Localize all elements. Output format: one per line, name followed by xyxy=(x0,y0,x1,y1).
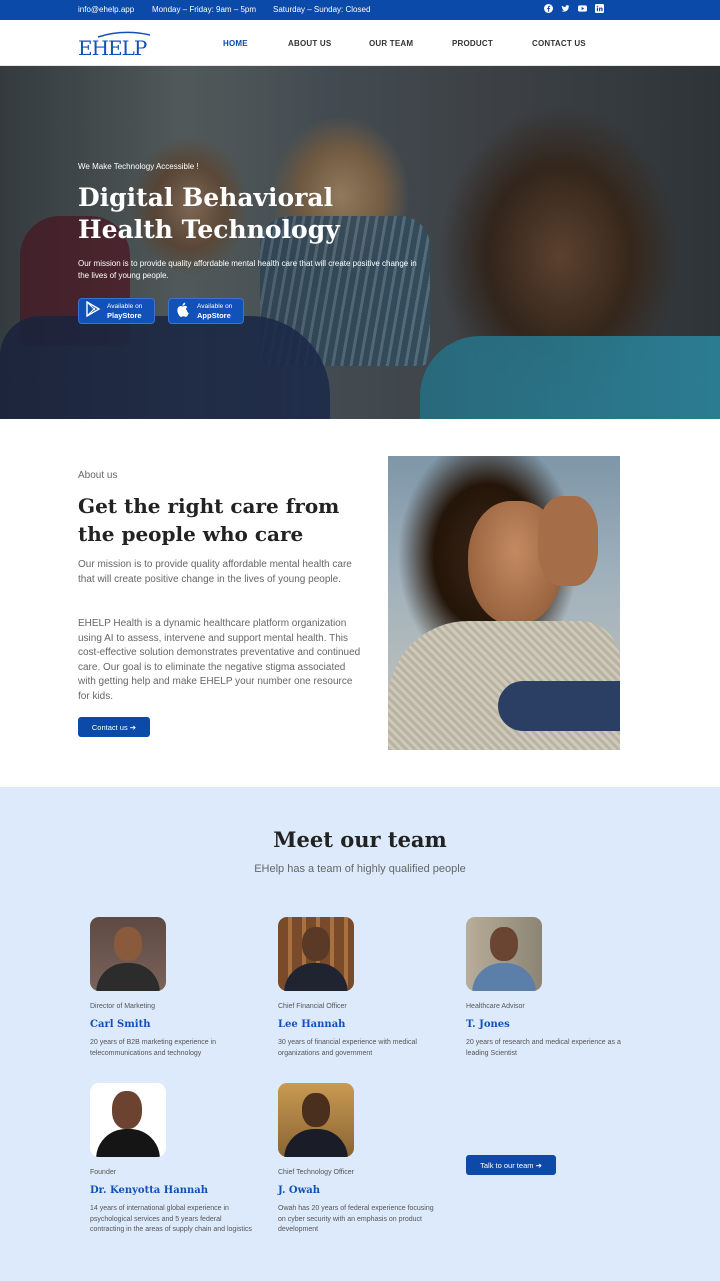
about-paragraph-mission: Our mission is to provide quality afford… xyxy=(78,559,352,585)
about-title: Get the right care from the people who c… xyxy=(78,494,340,546)
site-header: EHELP HOME ABOUT US OUR TEAM PRODUCT CON… xyxy=(0,20,720,66)
playstore-big-label: PlayStore xyxy=(107,310,142,320)
member-name: T. Jones xyxy=(466,1019,510,1030)
youtube-icon[interactable] xyxy=(578,4,587,13)
apple-icon xyxy=(175,301,191,322)
about-photo xyxy=(388,456,620,750)
about-paragraph-details: EHELP Health is a dynamic healthcare pla… xyxy=(78,618,361,702)
member-avatar xyxy=(278,917,354,991)
playstore-button[interactable]: Available on PlayStore xyxy=(78,298,155,324)
appstore-button[interactable]: Available on AppStore xyxy=(168,298,244,324)
member-avatar xyxy=(466,917,542,991)
linkedin-icon[interactable] xyxy=(595,4,604,13)
ehelp-logo[interactable]: EHELP xyxy=(78,31,154,60)
member-description: 14 years of international global experie… xyxy=(90,1205,252,1233)
member-role: Director of Marketing xyxy=(90,1003,155,1010)
nav-about-us[interactable]: ABOUT US xyxy=(288,39,331,48)
weekday-hours: Monday – Friday: 9am – 5pm xyxy=(152,5,257,14)
team-member-card: Director of Marketing Carl Smith 20 year… xyxy=(90,917,260,1059)
member-description: 30 years of financial experience with me… xyxy=(278,1039,417,1057)
contact-us-button[interactable]: Contact us ➔ xyxy=(78,717,150,737)
nav-our-team[interactable]: OUR TEAM xyxy=(369,39,413,48)
nav-home[interactable]: HOME xyxy=(223,39,248,48)
member-name: Lee Hannah xyxy=(278,1019,346,1030)
team-member-card: Chief Financial Officer Lee Hannah 30 ye… xyxy=(278,917,448,1059)
member-role: Chief Technology Officer xyxy=(278,1169,355,1176)
member-avatar xyxy=(278,1083,354,1157)
appstore-small-label: Available on xyxy=(197,302,233,310)
hero-title: Digital Behavioral Health Technology xyxy=(78,183,340,244)
member-role: Chief Financial Officer xyxy=(278,1003,347,1010)
team-member-card: Chief Technology Officer J. Owah Owah ha… xyxy=(278,1083,448,1236)
playstore-small-label: Available on xyxy=(107,302,143,310)
twitter-icon[interactable] xyxy=(561,4,570,13)
facebook-icon[interactable] xyxy=(544,4,553,13)
logo-text: EHELP xyxy=(78,36,147,57)
email-link[interactable]: info@ehelp.app xyxy=(78,5,134,14)
nav-contact-us[interactable]: CONTACT US xyxy=(532,39,586,48)
team-subtitle: EHelp has a team of highly qualified peo… xyxy=(254,863,466,875)
member-avatar xyxy=(90,917,166,991)
member-description: 20 years of B2B marketing experience in … xyxy=(90,1039,217,1057)
team-member-card: Healthcare Advisor T. Jones 20 years of … xyxy=(466,917,636,1059)
talk-to-team-button[interactable]: Talk to our team ➔ xyxy=(466,1155,556,1175)
about-eyebrow: About us xyxy=(78,470,118,481)
member-name: Dr. Kenyotta Hannah xyxy=(90,1185,208,1196)
nav-product[interactable]: PRODUCT xyxy=(452,39,493,48)
play-store-icon xyxy=(85,300,101,322)
member-name: Carl Smith xyxy=(90,1019,151,1030)
member-role: Founder xyxy=(90,1169,117,1176)
member-avatar xyxy=(90,1083,166,1157)
top-info-bar: info@ehelp.app Monday – Friday: 9am – 5p… xyxy=(0,0,720,20)
member-description: Owah has 20 years of federal experience … xyxy=(278,1205,434,1233)
team-member-card: Founder Dr. Kenyotta Hannah 14 years of … xyxy=(90,1083,260,1236)
member-description: 20 years of research and medical experie… xyxy=(466,1039,621,1057)
weekend-hours: Saturday – Sunday: Closed xyxy=(273,5,371,14)
hero-section: We Make Technology Accessible ! Digital … xyxy=(0,66,720,419)
team-title: Meet our team xyxy=(273,827,447,852)
hero-tagline: We Make Technology Accessible ! xyxy=(78,162,199,171)
hero-description: Our mission is to provide quality afford… xyxy=(78,259,417,280)
social-links xyxy=(544,4,604,13)
member-role: Healthcare Advisor xyxy=(466,1003,525,1010)
member-name: J. Owah xyxy=(278,1185,320,1196)
appstore-big-label: AppStore xyxy=(197,310,231,320)
team-section: Meet our team EHelp has a team of highly… xyxy=(0,787,720,1281)
